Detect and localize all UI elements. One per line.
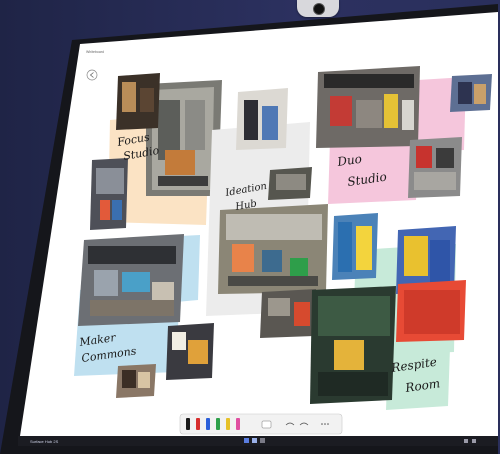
- ideation-photo-small[interactable]: [268, 167, 312, 200]
- pen-pink-icon[interactable]: [236, 418, 240, 430]
- maker-photo-bottom[interactable]: [116, 364, 156, 398]
- pen-red-icon[interactable]: [196, 418, 200, 430]
- duo-photo-topright[interactable]: [450, 74, 492, 112]
- taskbar-left-text: Surface Hub 2S: [30, 439, 59, 444]
- more-icon[interactable]: [321, 423, 329, 425]
- pen-yellow-icon[interactable]: [226, 418, 230, 430]
- ink-toolbar[interactable]: [179, 413, 343, 435]
- camera-lens-icon: [313, 3, 325, 15]
- pen-blue-icon[interactable]: [206, 418, 210, 430]
- pen-green-icon[interactable]: [216, 418, 220, 430]
- back-button[interactable]: [86, 69, 98, 81]
- focus-photo-top[interactable]: [116, 73, 160, 130]
- app-header-label: Whiteboard: [86, 50, 104, 54]
- ideation-photo-main[interactable]: [218, 204, 328, 294]
- respite-photo-blue[interactable]: [332, 213, 378, 280]
- eraser-icon[interactable]: [261, 420, 272, 429]
- maker-photo-right[interactable]: [166, 323, 214, 380]
- respite-photo-main[interactable]: [310, 286, 396, 404]
- duo-photo-right[interactable]: [408, 137, 462, 198]
- respite-photo-red[interactable]: [396, 280, 466, 342]
- back-circle-icon: [86, 69, 98, 81]
- pen-black-icon[interactable]: [186, 418, 190, 430]
- taskbar: [18, 436, 498, 446]
- surface-hub-device: Whiteboard Focus Studio Ideation Hub Duo…: [0, 4, 498, 454]
- focus-photo-bottom[interactable]: [90, 158, 128, 230]
- ideation-photo-people[interactable]: [236, 88, 288, 150]
- taskbar-center-icons[interactable]: [244, 438, 265, 443]
- device-camera: [297, 0, 339, 17]
- duo-photo-main[interactable]: [316, 66, 420, 148]
- meeting-photo-small[interactable]: [260, 289, 316, 338]
- maker-photo-main[interactable]: [78, 234, 184, 326]
